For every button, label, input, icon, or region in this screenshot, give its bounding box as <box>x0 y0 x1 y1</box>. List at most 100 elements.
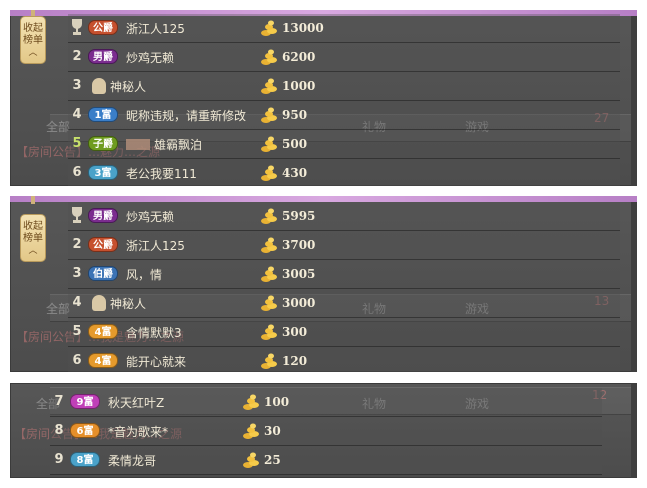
user-name[interactable]: 雄霸飘泊 <box>126 136 202 153</box>
user-name[interactable]: 昵称违规，请重新修改 <box>126 107 246 124</box>
scrollbar[interactable] <box>631 383 637 478</box>
gold-coins-icon <box>261 353 277 369</box>
user-name[interactable]: 老公我要111 <box>126 165 197 182</box>
rank-badge: 子爵 <box>88 136 118 151</box>
rank-row-8[interactable]: 8 6富 *音为歌来* 30 <box>50 417 602 446</box>
rank-row-6[interactable]: 6 4富 能开心就来 120 <box>68 347 620 372</box>
user-name[interactable]: 炒鸡无赖 <box>126 49 174 66</box>
user-name[interactable]: 能开心就来 <box>126 353 186 370</box>
rank-badge: 男爵 <box>88 208 118 223</box>
rank-number: 4 <box>72 295 82 310</box>
user-name[interactable]: *音为歌来* <box>108 423 168 440</box>
rank-badge: 男爵 <box>88 49 118 64</box>
collapse-tab-hook <box>31 196 35 204</box>
gold-coins-icon <box>261 49 277 65</box>
rank-badge: 公爵 <box>88 20 118 35</box>
rank-badge: 4富 <box>88 324 118 339</box>
gold-coins-icon <box>261 237 277 253</box>
rank-row-1[interactable]: 公爵 浙江人125 13000 <box>68 14 620 43</box>
rank-number: 6 <box>72 353 82 368</box>
rank-row-7[interactable]: 7 9富 秋天红叶Z 100 <box>50 388 602 417</box>
score-value: 3000 <box>282 296 316 310</box>
rank-row-4[interactable]: 4 1富 昵称违规，请重新修改 950 <box>68 101 620 130</box>
rank-number: 3 <box>72 266 82 281</box>
leaderboard-panel-2: 全部 礼物 游戏 13 【房间公告】…我是魅力…之源 收起榜单 ︿ 男爵 炒鸡无… <box>10 196 637 372</box>
rank-badge: 伯爵 <box>88 266 118 281</box>
score-value: 13000 <box>282 21 324 35</box>
chevron-up-icon: ︿ <box>28 48 38 58</box>
user-name[interactable]: 含情默默3 <box>126 324 182 341</box>
rank-row-3[interactable]: 3 伯爵 风，情 3005 <box>68 260 620 289</box>
gold-coins-icon <box>261 136 277 152</box>
rank-number: 8 <box>54 423 64 438</box>
gold-coins-icon <box>261 208 277 224</box>
rank-row-5[interactable]: 5 子爵 雄霸飘泊 500 <box>68 130 620 159</box>
chevron-up-icon: ︿ <box>28 246 38 256</box>
score-value: 6200 <box>282 50 316 64</box>
rank-badge: 6富 <box>70 423 100 438</box>
score-value: 3005 <box>282 267 316 281</box>
gold-coins-icon <box>261 20 277 36</box>
user-name[interactable]: 浙江人125 <box>126 20 185 37</box>
mystery-avatar-icon <box>92 78 106 94</box>
rank-badge: 4富 <box>88 353 118 368</box>
score-value: 30 <box>264 424 281 438</box>
score-value: 500 <box>282 137 308 151</box>
gold-coins-icon <box>243 423 259 439</box>
trophy-icon <box>72 207 82 223</box>
ghost-tab-all: 全部 <box>46 302 71 316</box>
rank-number: 5 <box>72 136 82 151</box>
rank-badge: 8富 <box>70 452 100 467</box>
scrollbar[interactable] <box>631 16 637 186</box>
gold-coins-icon <box>261 165 277 181</box>
rank-row-3[interactable]: 3 神秘人 1000 <box>68 72 620 101</box>
user-name[interactable]: 炒鸡无赖 <box>126 208 174 225</box>
user-name[interactable]: 神秘人 <box>110 295 146 312</box>
rank-row-5[interactable]: 5 4富 含情默默3 300 <box>68 318 620 347</box>
blurred-name-part <box>126 139 150 150</box>
score-value: 5995 <box>282 209 316 223</box>
gold-coins-icon <box>261 324 277 340</box>
rank-row-4[interactable]: 4 神秘人 3000 <box>68 289 620 318</box>
mystery-avatar-icon <box>92 295 106 311</box>
collapse-leaderboard-button[interactable]: 收起榜单 ︿ <box>20 16 46 64</box>
score-value: 25 <box>264 453 281 467</box>
user-name-text: 雄霸飘泊 <box>154 138 203 152</box>
user-name[interactable]: 柔情龙哥 <box>108 452 156 469</box>
score-value: 430 <box>282 166 308 180</box>
collapse-label: 收起榜单 <box>23 23 43 46</box>
leaderboard-panel-1: 全部 礼物 游戏 27 【房间公告】…魅力…之源 收起榜单 ︿ 公爵 浙江人12… <box>10 10 637 186</box>
gold-coins-icon <box>261 266 277 282</box>
user-name[interactable]: 风，情 <box>126 266 162 283</box>
score-value: 950 <box>282 108 308 122</box>
trophy-icon <box>72 19 82 35</box>
gold-coins-icon <box>243 394 259 410</box>
rank-row-1[interactable]: 男爵 炒鸡无赖 5995 <box>68 202 620 231</box>
user-name[interactable]: 秋天红叶Z <box>108 394 164 411</box>
gold-coins-icon <box>243 452 259 468</box>
score-value: 1000 <box>282 79 316 93</box>
user-name[interactable]: 神秘人 <box>110 78 146 95</box>
rank-number: 6 <box>72 165 82 180</box>
gold-coins-icon <box>261 107 277 123</box>
rank-number: 2 <box>72 49 82 64</box>
scrollbar[interactable] <box>631 202 637 372</box>
gold-coins-icon <box>261 78 277 94</box>
rank-badge: 9富 <box>70 394 100 409</box>
score-value: 100 <box>264 395 290 409</box>
gold-coins-icon <box>261 295 277 311</box>
collapse-leaderboard-button[interactable]: 收起榜单 ︿ <box>20 214 46 262</box>
score-value: 300 <box>282 325 308 339</box>
score-value: 3700 <box>282 238 316 252</box>
rank-row-2[interactable]: 2 公爵 浙江人125 3700 <box>68 231 620 260</box>
rank-number: 7 <box>54 394 64 409</box>
rank-badge: 公爵 <box>88 237 118 252</box>
user-name[interactable]: 浙江人125 <box>126 237 185 254</box>
leaderboard-panel-3: 全部 礼物 游戏 12 【房间公告】…我是魅力…之源 7 9富 秋天红叶Z 10… <box>10 383 637 478</box>
rank-row-2[interactable]: 2 男爵 炒鸡无赖 6200 <box>68 43 620 72</box>
rank-row-6[interactable]: 6 3富 老公我要111 430 <box>68 159 620 186</box>
rank-number: 5 <box>72 324 82 339</box>
rank-number: 4 <box>72 107 82 122</box>
rank-number: 9 <box>54 452 64 467</box>
rank-row-9[interactable]: 9 8富 柔情龙哥 25 <box>50 446 602 475</box>
